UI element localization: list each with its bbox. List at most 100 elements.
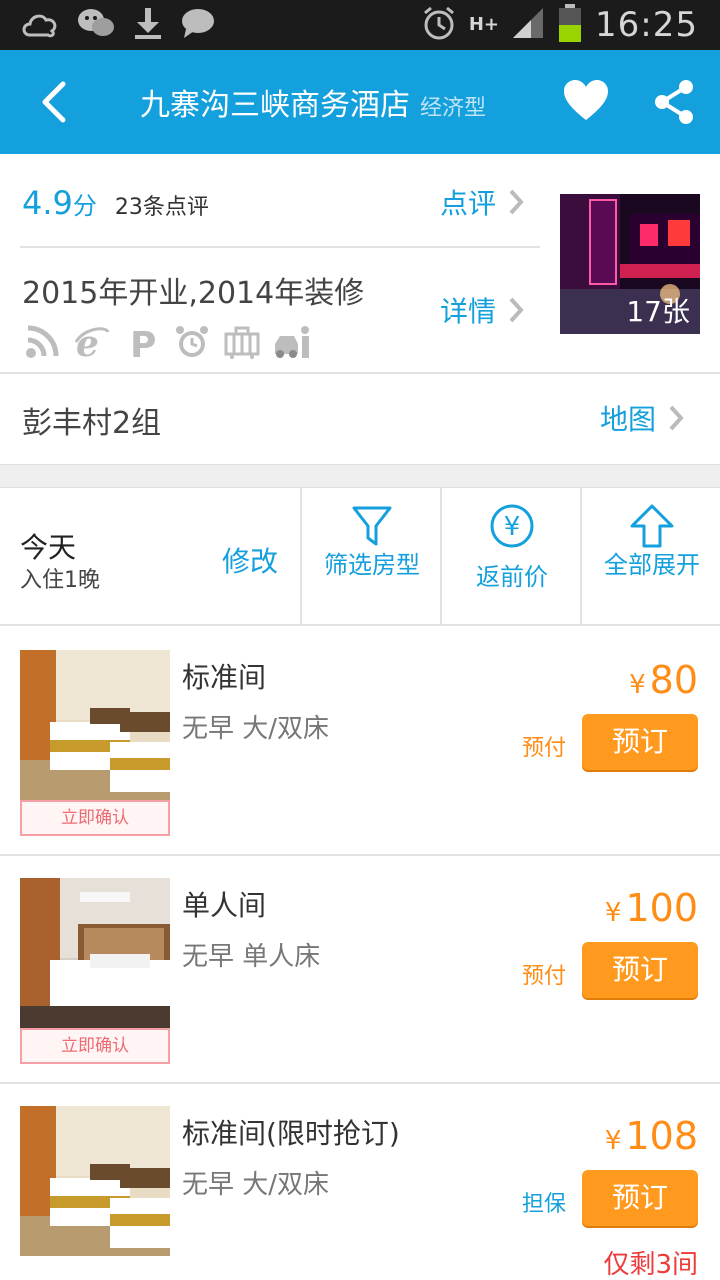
chevron-right-icon [509, 189, 524, 215]
payment-type: 预付 [522, 964, 567, 989]
hotel-name: 九寨沟三峡商务酒店 [140, 88, 410, 123]
price-value: 80 [649, 658, 698, 702]
details-link[interactable]: 详情 [440, 290, 526, 330]
open-year: 2015年开业,2014年装修 [22, 276, 365, 311]
filter-funnel-icon [352, 506, 392, 546]
room-photo[interactable] [20, 1106, 170, 1256]
heart-icon [564, 80, 608, 120]
room-item[interactable]: 标准间(限时抢订) 无早 大/双床 ¥108 担保 预订 仅剩3间 [0, 1084, 720, 1280]
hotel-category: 经济型 [420, 96, 487, 121]
svg-text:P: P [130, 325, 156, 360]
stay-date[interactable]: 今天 入住1晚 修改 [0, 488, 300, 624]
ie-icon: e [74, 323, 110, 365]
hotel-photo[interactable]: 17张 [560, 194, 700, 334]
book-button[interactable]: 预订 [582, 1170, 698, 1226]
battery-icon [557, 3, 583, 47]
reviews-link[interactable]: 点评 [440, 182, 526, 222]
share-button[interactable] [652, 78, 700, 130]
price-value: 100 [625, 886, 698, 930]
room-name: 标准间(限时抢订) [182, 1117, 400, 1150]
room-item[interactable]: 立即确认 单人间 无早 单人床 ¥100 预付 预订 [0, 856, 720, 1084]
status-bar: H+ 16:25 [0, 0, 720, 50]
book-button[interactable]: 预订 [582, 942, 698, 998]
room-photo[interactable] [20, 650, 170, 800]
room-name: 标准间 [182, 661, 267, 694]
favorite-button[interactable] [562, 78, 614, 130]
wechat-icon [76, 7, 116, 43]
divider [20, 246, 540, 248]
room-description: 无早 大/双床 [182, 1170, 330, 1200]
room-filter-bar: 今天 入住1晚 修改 筛选房型 ¥ 返前价 全部展开 [0, 488, 720, 626]
page-title: 九寨沟三峡商务酒店 经济型 [140, 80, 486, 124]
room-type-filter-label: 筛选房型 [324, 551, 420, 579]
message-icon [180, 7, 216, 43]
cashback-label: 返前价 [476, 563, 548, 591]
room-description: 无早 单人床 [182, 942, 321, 972]
room-price: ¥108 [605, 1114, 698, 1158]
section-separator [0, 464, 720, 488]
chevron-right-icon [509, 297, 524, 323]
currency-symbol: ¥ [604, 898, 622, 928]
yen-circle-icon: ¥ [490, 504, 534, 548]
back-arrow-icon [42, 81, 66, 123]
currency-symbol: ¥ [604, 1126, 622, 1156]
chevron-right-icon [669, 405, 684, 431]
price-value: 108 [625, 1114, 698, 1158]
share-icon [655, 80, 693, 124]
room-description: 无早 大/双床 [182, 714, 330, 744]
divider [0, 372, 720, 374]
checkin-date: 今天 [20, 531, 77, 564]
svg-text:¥: ¥ [504, 512, 521, 542]
status-bar-system: H+ 16:25 [421, 4, 698, 46]
book-button[interactable]: 预订 [582, 714, 698, 770]
photo-count: 17张 [626, 295, 690, 328]
luggage-icon [224, 324, 260, 360]
pickup-icon [274, 324, 310, 360]
room-name: 单人间 [182, 889, 267, 922]
modify-date-button[interactable]: 修改 [222, 540, 278, 580]
parking-icon: P [124, 324, 160, 366]
status-bar-notifications [20, 6, 216, 44]
reviews-link-label: 点评 [440, 187, 497, 220]
app-header: 九寨沟三峡商务酒店 经济型 [0, 50, 720, 154]
room-photo-image [20, 878, 170, 1028]
room-item[interactable]: 立即确认 标准间 无早 大/双床 ¥80 预付 预订 [0, 628, 720, 856]
map-link[interactable]: 地图 [600, 398, 686, 438]
payment-type: 担保 [522, 1192, 567, 1217]
signal-icon [511, 6, 545, 44]
back-button[interactable] [28, 76, 80, 128]
clock: 16:25 [595, 5, 698, 45]
room-price: ¥100 [605, 886, 698, 930]
facility-icons: e P [24, 323, 310, 366]
room-type-filter-button[interactable]: 筛选房型 [300, 488, 440, 624]
arrow-up-icon [630, 504, 674, 548]
room-photo-image [20, 650, 170, 800]
cashback-button[interactable]: ¥ 返前价 [440, 488, 580, 624]
alarm-icon [421, 5, 457, 45]
instant-confirm-badge: 立即确认 [20, 800, 170, 836]
cloud-icon [20, 7, 60, 43]
rooms-remaining: 仅剩3间 [603, 1250, 698, 1280]
review-count: 23条点评 [114, 195, 209, 220]
hotel-address: 彭丰村2组 [22, 406, 162, 441]
room-price: ¥80 [629, 658, 698, 702]
instant-confirm-badge: 立即确认 [20, 1028, 170, 1064]
expand-all-button[interactable]: 全部展开 [580, 488, 720, 624]
currency-symbol: ¥ [629, 670, 646, 700]
payment-type: 预付 [522, 736, 567, 761]
rating-unit: 分 [72, 192, 97, 220]
rating-value: 4.9 [22, 184, 73, 222]
expand-all-label: 全部展开 [604, 551, 700, 579]
network-type: H+ [468, 14, 500, 35]
hotel-info: 4.9分 23条点评 点评 2015年开业,2014年装修 e P 详情 17张 [0, 154, 720, 464]
rating-score: 4.9分 [22, 184, 97, 222]
map-link-label: 地图 [600, 403, 657, 436]
rating-row: 4.9分 23条点评 [22, 184, 209, 224]
nights-count: 入住1晚 [20, 568, 100, 593]
alarm-clock-icon [174, 324, 210, 360]
room-photo-image [20, 1106, 170, 1256]
room-photo[interactable] [20, 878, 170, 1028]
details-link-label: 详情 [440, 295, 497, 328]
wifi-icon [24, 324, 60, 360]
download-icon [132, 6, 164, 44]
